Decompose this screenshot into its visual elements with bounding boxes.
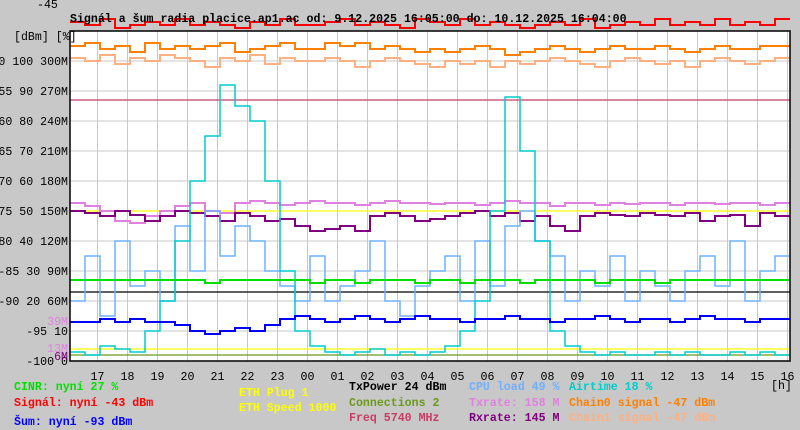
y-tick-label: -45 — [37, 0, 58, 12]
legend-entry: Connections 2 — [349, 397, 439, 410]
x-tick-label: 22 — [241, 371, 255, 384]
y-tick-label: -65 70 210M — [0, 146, 68, 159]
y-tick-label: -90 20 60M — [0, 296, 68, 309]
y-rate-label: 6M — [54, 351, 68, 364]
legend-entry: Txrate: 158 M — [469, 397, 559, 410]
chart-title: Signál a šum radia placice.ap1.ac od: 9.… — [70, 13, 627, 26]
legend-entry: Freq 5740 MHz — [349, 412, 439, 425]
x-tick-label: 20 — [181, 371, 195, 384]
x-tick-label: 14 — [721, 371, 735, 384]
legend-entry: CPU load 49 % — [469, 381, 559, 394]
y-tick-label: -50 100 300M — [0, 56, 68, 69]
x-tick-label: 05 — [451, 371, 465, 384]
legend-entry: ETH Plug 1 — [239, 387, 309, 400]
legend-entry: Airtime 18 % — [569, 381, 653, 394]
x-tick-label: 00 — [301, 371, 315, 384]
y-tick-label: -55 90 270M — [0, 86, 68, 99]
legend-entry: CINR: nyní 27 % — [14, 381, 118, 394]
x-tick-label: 15 — [751, 371, 765, 384]
y-tick-label: -85 30 90M — [0, 266, 68, 279]
x-tick-label: 12 — [661, 371, 675, 384]
legend: CINR: nyní 27 % Signál: nyní -43 dBm Šum: … — [14, 381, 715, 429]
x-tick-label: 13 — [691, 371, 705, 384]
legend-entry: TxPower 24 dBm — [349, 381, 446, 394]
legend-entry: Rxrate: 145 M — [469, 412, 559, 425]
signal-noise-chart: Signál a šum radia placice.ap1.ac od: 9.… — [0, 0, 795, 429]
y-unit-label: [dBm] [%] — [14, 31, 77, 44]
plot-area — [70, 31, 790, 361]
x-tick-label: 16 — [781, 371, 795, 384]
y-tick-label: -75 50 150M — [0, 206, 68, 219]
x-tick-label: 18 — [121, 371, 135, 384]
y-tick-label: -80 40 120M — [0, 236, 68, 249]
x-tick-label: 21 — [211, 371, 225, 384]
y-rate-label: 39M — [47, 316, 68, 329]
legend-entry: Chain0 signal -47 dBm — [569, 397, 715, 410]
x-tick-label: 19 — [151, 371, 165, 384]
legend-entry: Chain1 signal -47 dBm — [569, 412, 715, 425]
legend-entry: ETH Speed 1000 — [239, 402, 336, 415]
legend-entry: Šum: nyní -93 dBm — [14, 415, 132, 429]
y-tick-label: -60 80 240M — [0, 116, 68, 129]
y-tick-label: -70 60 180M — [0, 176, 68, 189]
x-tick-label: 23 — [271, 371, 285, 384]
y-axis-labels: -45 -50 100 300M -55 90 270M -60 80 240M -65… — [0, 0, 68, 369]
x-tick-label: 01 — [331, 371, 345, 384]
legend-entry: Signál: nyní -43 dBm — [14, 397, 153, 410]
